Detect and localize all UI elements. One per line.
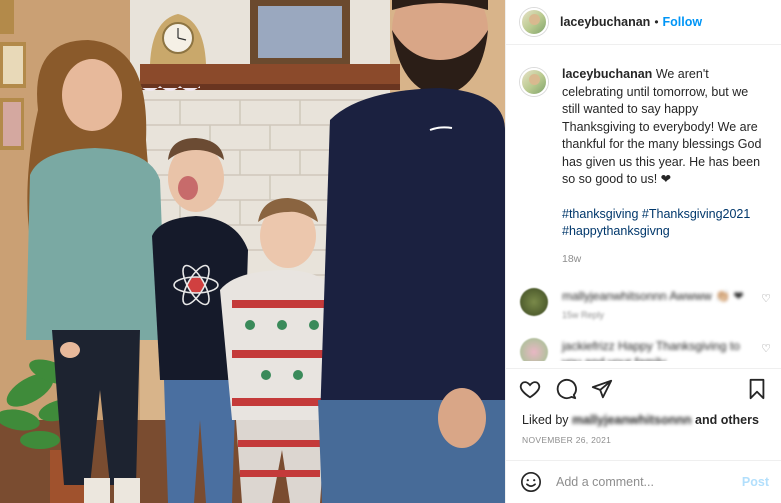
add-comment-input[interactable] bbox=[556, 475, 742, 489]
caption-hashtags[interactable]: #thanksgiving #Thanksgiving2021 #happyth… bbox=[562, 206, 767, 241]
post-photo[interactable] bbox=[0, 0, 505, 503]
likes-prefix: Liked by bbox=[522, 413, 569, 427]
comment-meta[interactable]: 15w Reply bbox=[562, 310, 752, 320]
comment-text: jackiefrizz Happy Thanksgiving to you an… bbox=[562, 339, 740, 361]
commenter-avatar[interactable] bbox=[520, 288, 548, 316]
comments-scroll-area[interactable]: laceybuchanan We aren't celebrating unti… bbox=[506, 56, 781, 361]
family-photo-illustration bbox=[0, 0, 505, 503]
caption: laceybuchanan We aren't celebrating unti… bbox=[506, 56, 781, 268]
follow-button[interactable]: Follow bbox=[663, 15, 703, 29]
caption-body: laceybuchanan We aren't celebrating unti… bbox=[562, 66, 767, 268]
bookmark-icon[interactable] bbox=[745, 377, 769, 401]
likes-first-user[interactable]: mallyjeanwhitsonnn bbox=[572, 413, 691, 427]
author-avatar[interactable] bbox=[520, 8, 548, 36]
author-username[interactable]: laceybuchanan bbox=[560, 15, 650, 29]
comment-content: jackiefrizz Happy Thanksgiving to you an… bbox=[548, 338, 752, 361]
add-comment-bar: Post bbox=[506, 460, 781, 503]
comment-item: mallyjeanwhitsonnn Awwww 👏🏼 ❤ 15w Reply … bbox=[506, 288, 781, 320]
caption-username[interactable]: laceybuchanan bbox=[562, 67, 652, 81]
comment-item: jackiefrizz Happy Thanksgiving to you an… bbox=[506, 338, 781, 361]
commenter-avatar[interactable] bbox=[520, 338, 548, 361]
post-sidebar: laceybuchanan • Follow laceybuchanan We … bbox=[505, 0, 781, 503]
likes-suffix[interactable]: and others bbox=[695, 413, 759, 427]
comment-like-icon[interactable]: ♡ bbox=[761, 292, 771, 305]
caption-avatar[interactable] bbox=[520, 68, 548, 96]
separator-dot: • bbox=[654, 15, 659, 29]
action-bar bbox=[506, 368, 781, 408]
emoji-icon[interactable] bbox=[520, 471, 542, 493]
caption-text: We aren't celebrating until tomorrow, bu… bbox=[562, 67, 762, 186]
comment-icon[interactable] bbox=[554, 377, 578, 401]
post-date: NOVEMBER 26, 2021 bbox=[522, 435, 612, 445]
comment-text: mallyjeanwhitsonnn Awwww 👏🏼 ❤ bbox=[562, 289, 744, 303]
share-icon[interactable] bbox=[590, 377, 614, 401]
post-comment-button[interactable]: Post bbox=[742, 475, 769, 489]
likes-summary[interactable]: Liked by mallyjeanwhitsonnn and others bbox=[522, 413, 759, 427]
comment-content: mallyjeanwhitsonnn Awwww 👏🏼 ❤ 15w Reply bbox=[548, 288, 752, 320]
post-header: laceybuchanan • Follow bbox=[506, 0, 781, 45]
caption-age: 18w bbox=[562, 252, 582, 265]
comment-like-icon[interactable]: ♡ bbox=[761, 342, 771, 355]
heart-icon[interactable] bbox=[518, 377, 542, 401]
